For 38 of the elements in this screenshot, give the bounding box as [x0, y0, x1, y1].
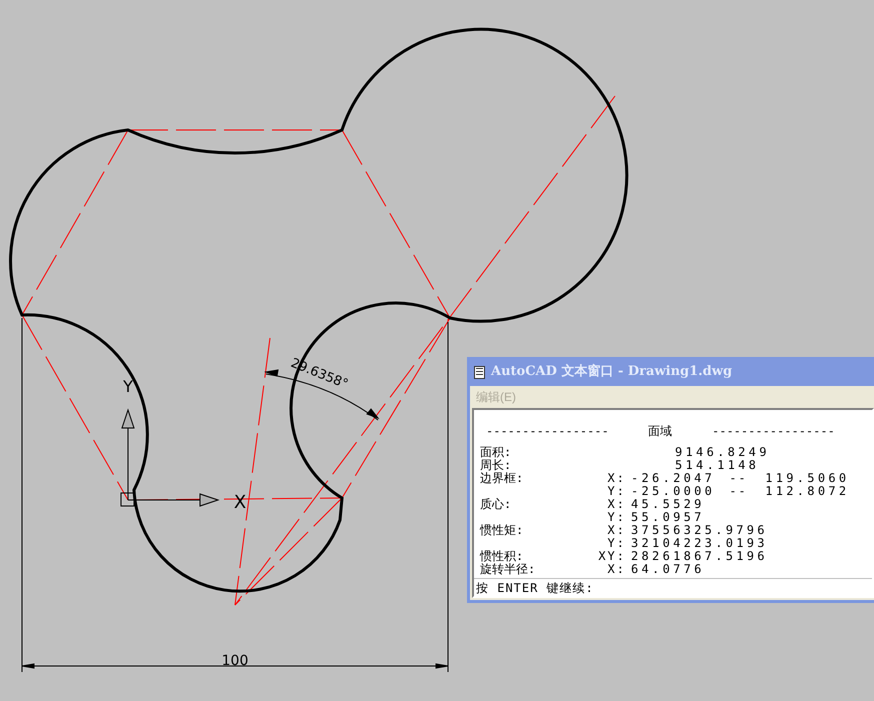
property-label: 面积:: [480, 445, 512, 459]
separator-dashes: -----------------: [486, 424, 610, 438]
property-value: 112.8072: [765, 485, 850, 498]
section-title: 面域: [648, 424, 673, 438]
ucs-icon: [120, 408, 220, 507]
property-label: 惯性积:: [480, 549, 524, 563]
window-title: AutoCAD 文本窗口 - Drawing1.dwg: [491, 362, 732, 382]
range-separator: --: [729, 472, 749, 485]
property-value: 9146.8249: [675, 446, 770, 459]
axis-label: Y:: [608, 485, 626, 498]
property-value: -26.2047: [631, 472, 716, 485]
property-value: 119.5060: [765, 472, 850, 485]
property-label: 边界框:: [480, 471, 524, 485]
ucs-y-label: Y: [123, 377, 133, 396]
property-value: 32104223.0193: [631, 537, 768, 550]
property-label: 惯性矩:: [480, 523, 524, 537]
range-separator: --: [729, 485, 749, 498]
property-value: 37556325.9796: [631, 524, 768, 537]
separator-dashes: -----------------: [712, 424, 835, 438]
command-prompt: 按 ENTER 键继续:: [476, 580, 594, 596]
property-value: -25.0000: [631, 485, 716, 498]
axis-label: X:: [608, 498, 626, 511]
axis-label: X:: [608, 524, 626, 537]
axis-label: X:: [608, 472, 626, 485]
axis-label: Y:: [608, 511, 626, 524]
axis-label: Y:: [608, 537, 626, 550]
window-icon: [474, 366, 485, 378]
property-value: 64.0776: [631, 563, 705, 576]
property-value: 28261867.5196: [631, 550, 768, 563]
property-value: 45.5529: [631, 498, 705, 511]
property-label: 质心:: [480, 497, 512, 511]
dimension-text: 100: [222, 653, 248, 669]
axis-label: X:: [608, 563, 626, 576]
property-value: 514.1148: [675, 459, 760, 472]
axis-label: XY:: [598, 550, 626, 563]
property-value: 55.0957: [631, 511, 705, 524]
property-label: 旋转半径:: [480, 562, 536, 576]
property-label: 周长:: [480, 458, 512, 472]
